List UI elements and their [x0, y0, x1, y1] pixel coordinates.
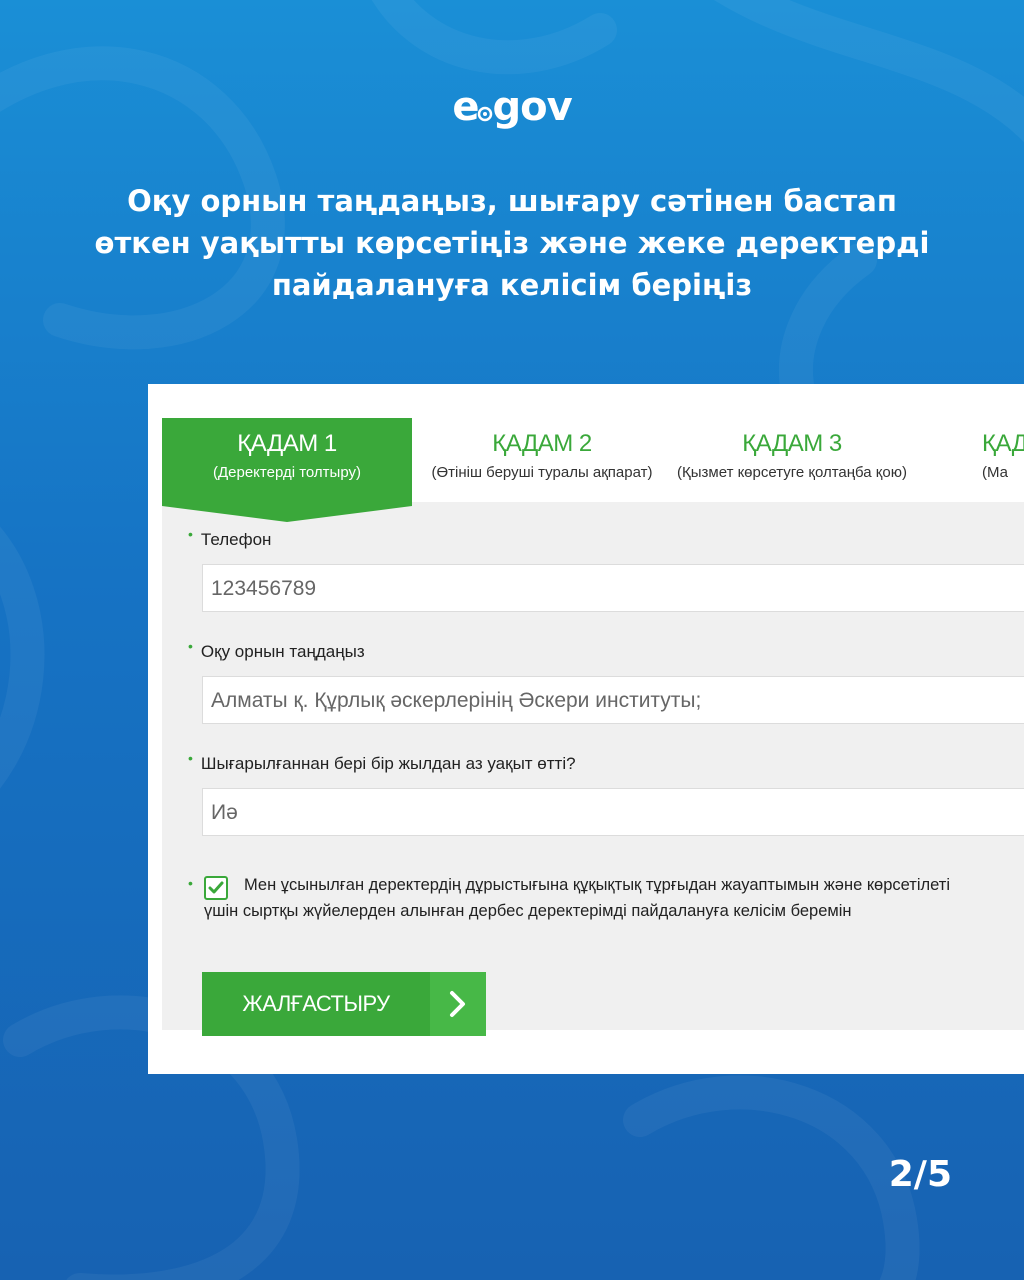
year-select[interactable]: Иә: [202, 788, 1024, 836]
step-2-subtitle: (Өтініш беруші туралы ақпарат): [431, 464, 653, 481]
page-indicator: 2/5: [888, 1154, 952, 1195]
check-icon: [208, 881, 224, 894]
step-3-title: ҚАДАМ 3: [742, 430, 842, 457]
year-label-text: Шығарылғаннан бері бір жылдан аз уақыт ө…: [200, 754, 576, 773]
form-area: ҚАДАМ 1 (Деректерді толтыру) ҚАДАМ 2 (Өт…: [162, 418, 1024, 1036]
egov-logo: e gov: [0, 84, 1024, 130]
school-label-text: Оқу орнын таңдаңыз: [200, 642, 365, 661]
phone-label: • Телефон: [188, 526, 272, 550]
required-marker: •: [188, 526, 193, 542]
logo-e: e: [452, 84, 479, 130]
headline-line-1: Оқу орнын таңдаңыз, шығару сәтінен баста…: [127, 184, 897, 218]
step-3-tab[interactable]: ҚАДАМ 3 (Қызмет көрсетуге қолтаңба қою): [667, 418, 917, 502]
step-2-title: ҚАДАМ 2: [492, 430, 592, 457]
school-label: • Оқу орнын таңдаңыз: [188, 638, 365, 662]
logo-gov: gov: [492, 84, 572, 130]
step-4-tab[interactable]: ҚАД (Ма: [982, 418, 1024, 502]
headline-line-2: өткен уақытты көрсетіңіз және жеке дерек…: [94, 226, 930, 260]
step-1-subtitle: (Деректерді толтыру): [213, 464, 361, 481]
headline: Оқу орнын таңдаңыз, шығару сәтінен баста…: [60, 180, 964, 306]
active-step-arrow: [162, 502, 412, 522]
required-marker: •: [188, 875, 193, 891]
step-1-title: ҚАДАМ 1: [237, 430, 337, 457]
step-4-subtitle: (Ма: [982, 464, 1009, 481]
consent-checkbox[interactable]: [204, 876, 228, 900]
step-tabs: ҚАДАМ 1 (Деректерді толтыру) ҚАДАМ 2 (Өт…: [162, 418, 1024, 522]
phone-label-text: Телефон: [200, 530, 272, 549]
continue-label: ЖАЛҒАСТЫРУ: [242, 991, 390, 1016]
school-select[interactable]: Алматы қ. Құрлық әскерлерінің Әскери инс…: [202, 676, 1024, 724]
required-marker: •: [188, 638, 193, 654]
consent-text-line-1: Мен ұсынылған деректердің дұрыстығына құ…: [244, 876, 950, 894]
screenshot-card: ҚАДАМ 1 (Деректерді толтыру) ҚАДАМ 2 (Өт…: [148, 384, 1024, 1074]
year-label: • Шығарылғаннан бері бір жылдан аз уақыт …: [188, 750, 576, 774]
consent-block: • Мен ұсынылған деректердің дұрыстығына …: [188, 872, 1024, 924]
step-1-tab[interactable]: ҚАДАМ 1 (Деректерді толтыру): [162, 418, 412, 502]
chevron-right-icon: [430, 972, 486, 1036]
step-2-tab[interactable]: ҚАДАМ 2 (Өтініш беруші туралы ақпарат): [417, 418, 667, 502]
consent-text-line-2: үшін сыртқы жүйелерден алынған дербес де…: [204, 902, 852, 920]
headline-line-3: пайдалануға келісім беріңіз: [271, 268, 753, 302]
required-marker: •: [188, 750, 193, 766]
step-3-subtitle: (Қызмет көрсетуге қолтаңба қою): [677, 464, 907, 481]
phone-input[interactable]: 123456789: [202, 564, 1024, 612]
step-4-title: ҚАД: [982, 430, 1024, 457]
continue-button[interactable]: ЖАЛҒАСТЫРУ: [202, 972, 486, 1036]
